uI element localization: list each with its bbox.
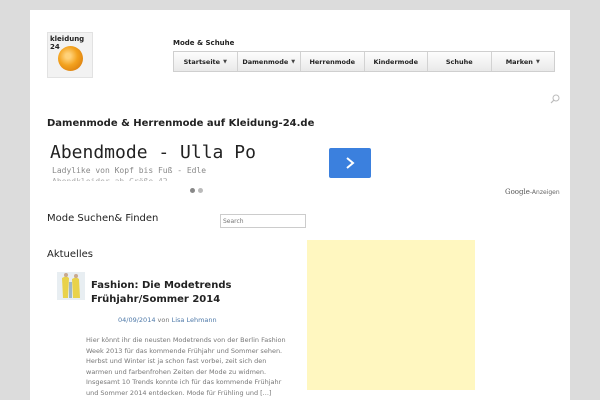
nav-item-herrenmode[interactable]: Herrenmode bbox=[301, 52, 365, 71]
ad-subtitle: Ladylike von Kopf bis Fuß - Edle bbox=[52, 166, 207, 175]
post-author[interactable]: Lisa Lehmann bbox=[172, 316, 217, 324]
caret-down-icon: ▼ bbox=[291, 58, 296, 65]
page-container: kleidung 24 Mode & Schuhe Startseite ▼ D… bbox=[30, 10, 570, 400]
ad-next-button[interactable] bbox=[329, 148, 371, 178]
ad-dot[interactable] bbox=[198, 188, 203, 193]
find-heading: Mode Suchen& Finden bbox=[47, 213, 159, 224]
page-headline: Damenmode & Herrenmode auf Kleidung-24.d… bbox=[47, 118, 315, 129]
post-title[interactable]: Fashion: Die Modetrends Frühjahr/Sommer … bbox=[91, 279, 251, 307]
nav-item-schuhe[interactable]: Schuhe bbox=[428, 52, 492, 71]
menu-title: Mode & Schuhe bbox=[173, 39, 235, 47]
site-logo[interactable]: kleidung 24 bbox=[47, 32, 93, 78]
caret-down-icon: ▼ bbox=[535, 58, 540, 65]
nav-label: Schuhe bbox=[445, 57, 473, 66]
nav-label: Startseite bbox=[183, 57, 221, 66]
nav-item-kindermode[interactable]: Kindermode bbox=[365, 52, 428, 71]
nav-item-damenmode[interactable]: Damenmode ▼ bbox=[238, 52, 301, 71]
fashion-image-icon bbox=[57, 272, 85, 300]
post-meta: 04/09/2014 von Lisa Lehmann bbox=[118, 316, 217, 324]
nav-item-marken[interactable]: Marken ▼ bbox=[492, 52, 555, 71]
ad-title[interactable]: Abendmode - Ulla Po bbox=[50, 142, 256, 163]
nav-label: Kindermode bbox=[373, 57, 418, 66]
nav-label: Marken bbox=[505, 57, 533, 66]
ad-subtitle-2: Abendkleider ab Größe 42 bbox=[52, 177, 168, 181]
post-thumbnail[interactable] bbox=[57, 272, 85, 300]
ad-pagination bbox=[190, 188, 203, 193]
ad-placeholder bbox=[307, 240, 475, 390]
main-navigation: Startseite ▼ Damenmode ▼ Herrenmode Kind… bbox=[173, 51, 555, 72]
ad-dot-active[interactable] bbox=[190, 188, 195, 193]
google-ads-suffix: -Anzeigen bbox=[529, 189, 560, 196]
post-by: von bbox=[157, 316, 170, 324]
caret-down-icon: ▼ bbox=[223, 58, 227, 65]
nav-label: Herrenmode bbox=[309, 57, 356, 66]
google-brand: Google bbox=[505, 188, 530, 196]
search-icon[interactable] bbox=[550, 94, 560, 104]
aktuelles-heading: Aktuelles bbox=[47, 249, 93, 260]
search-input[interactable] bbox=[220, 214, 306, 228]
google-ads-label[interactable]: Google-Anzeigen bbox=[505, 188, 560, 196]
chevron-right-icon bbox=[346, 157, 355, 169]
post-excerpt: Hier könnt ihr die neusten Modetrends vo… bbox=[86, 336, 286, 397]
nav-item-startseite[interactable]: Startseite ▼ bbox=[174, 52, 238, 71]
post-date[interactable]: 04/09/2014 bbox=[118, 316, 155, 324]
nav-label: Damenmode bbox=[242, 57, 289, 66]
logo-ball-icon bbox=[58, 46, 83, 71]
